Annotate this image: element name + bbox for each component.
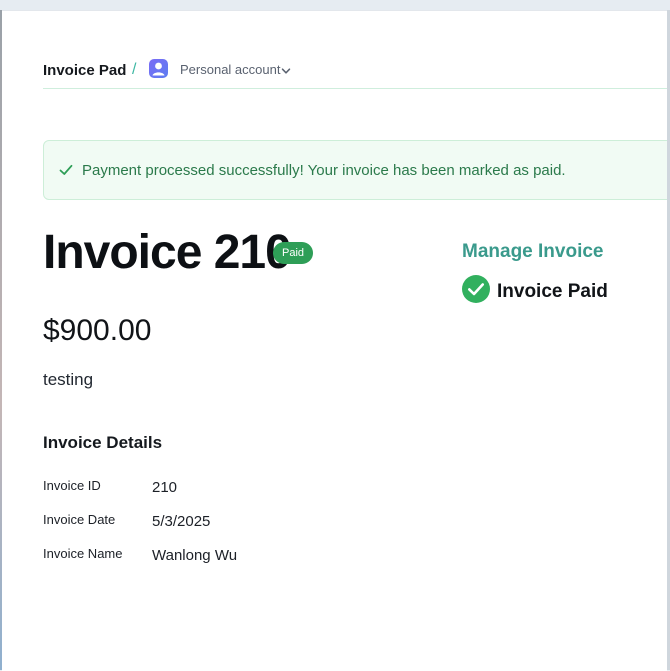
breadcrumb-separator: /: [132, 61, 137, 78]
detail-value-invoice-date: 5/3/2025: [152, 513, 211, 530]
check-circle-icon: [461, 274, 491, 309]
header-divider: [43, 88, 667, 89]
account-switcher-label[interactable]: Personal account: [180, 62, 280, 77]
details-heading: Invoice Details: [43, 433, 163, 452]
invoice-paid-status: Invoice Paid: [497, 281, 608, 302]
detail-value-invoice-id: 210: [152, 479, 178, 496]
alert-message: Payment processed successfully! Your inv…: [82, 162, 566, 179]
chevron-down-icon[interactable]: [281, 63, 291, 81]
page-title: Invoice 210: [43, 226, 292, 279]
status-badge: Paid: [273, 242, 314, 264]
detail-label-invoice-date: Invoice Date: [43, 512, 116, 527]
detail-label-invoice-id: Invoice ID: [43, 478, 101, 493]
detail-value-invoice-name: Wanlong Wu: [152, 547, 238, 564]
user-avatar-icon[interactable]: [149, 59, 168, 78]
manage-invoice-heading: Manage Invoice: [462, 241, 604, 262]
invoice-amount: $900.00: [43, 314, 152, 347]
checkmark-icon: [59, 163, 73, 182]
invoice-page: Invoice Pad / Personal account Payment p…: [2, 10, 667, 671]
success-alert: Payment processed successfully! Your inv…: [43, 140, 667, 200]
invoice-description: testing: [43, 370, 94, 389]
window-top-strip: [0, 0, 670, 10]
detail-label-invoice-name: Invoice Name: [43, 546, 123, 561]
app-brand[interactable]: Invoice Pad: [43, 62, 126, 79]
